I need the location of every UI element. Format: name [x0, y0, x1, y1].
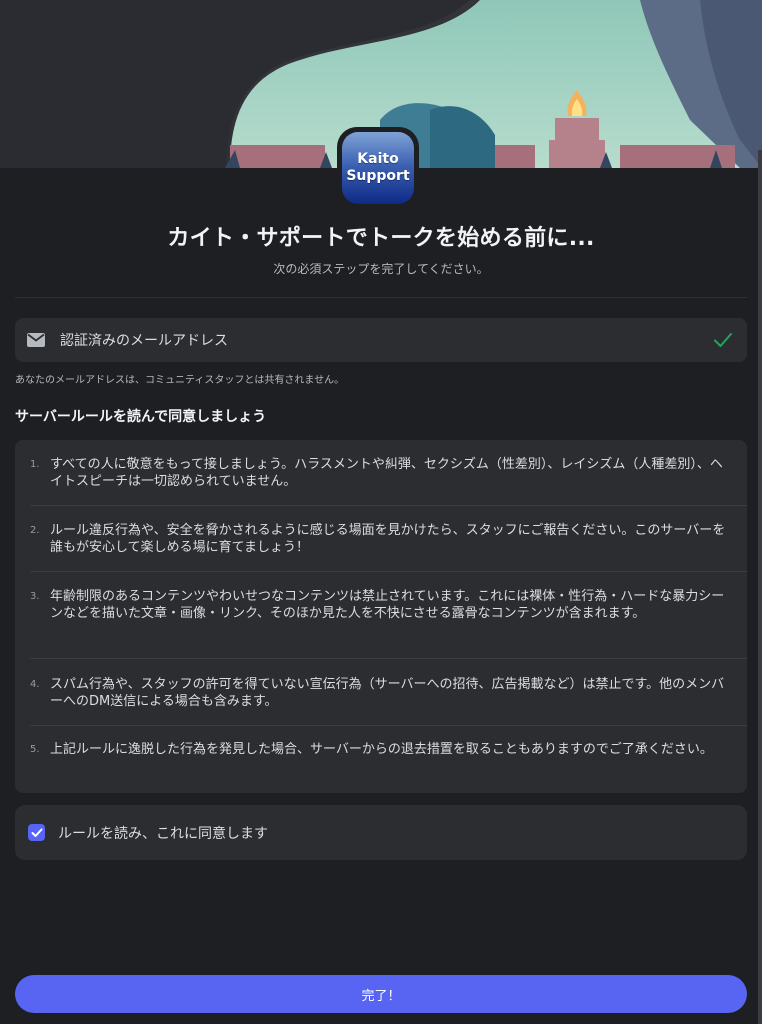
rule-text: 年齢制限のあるコンテンツやわいせつなコンテンツは禁止されています。これには裸体・…: [50, 589, 725, 621]
server-icon: Kaito Support: [337, 127, 419, 209]
rule-item-2: 2. ルール違反行為や、安全を脅かされるように感じる場面を見かけたら、スタッフに…: [15, 522, 747, 556]
rule-number: 1.: [30, 459, 40, 470]
email-privacy-note: あなたのメールアドレスは、コミュニティスタッフとは共有されません。: [15, 375, 345, 386]
rule-text: ルール違反行為や、安全を脅かされるように感じる場面を見かけたら、スタッフにご報告…: [50, 523, 726, 555]
rule-number: 3.: [30, 591, 40, 602]
server-icon-line1: Kaito: [357, 151, 399, 167]
verified-email-step: 認証済みのメールアドレス: [15, 318, 747, 362]
rule-number: 5.: [30, 744, 40, 755]
rule-item-5: 5. 上記ルールに逸脱した行為を発見した場合、サーバーからの退去措置を取ることも…: [15, 741, 747, 758]
verified-email-label: 認証済みのメールアドレス: [60, 333, 228, 349]
rule-item-4: 4. スパム行為や、スタッフの許可を得ていない宣伝行為（サーバーへの招待、広告掲…: [15, 676, 747, 710]
rule-text: すべての人に敬意をもって接しましょう。ハラスメントや糾弾、セクシズム（性差別）、…: [50, 457, 723, 489]
rules-screening-page: Kaito Support カイト・サポートでトークを始める前に... 次の必須…: [0, 0, 762, 1024]
rule-text: スパム行為や、スタッフの許可を得ていない宣伝行為（サーバーへの招待、広告掲載など…: [50, 677, 725, 709]
rules-heading: サーバールールを読んで同意しましょう: [15, 409, 267, 425]
rule-number: 4.: [30, 679, 40, 690]
server-icon-image: Kaito Support: [342, 132, 414, 204]
rules-list: 1. すべての人に敬意をもって接しましょう。ハラスメントや糾弾、セクシズム（性差…: [15, 440, 747, 793]
rule-divider: [30, 658, 747, 659]
agree-label[interactable]: ルールを読み、これに同意します: [58, 823, 268, 843]
mail-icon: [27, 330, 47, 350]
agree-rules-row[interactable]: ルールを読み、これに同意します: [15, 805, 747, 860]
rule-item-1: 1. すべての人に敬意をもって接しましょう。ハラスメントや糾弾、セクシズム（性差…: [15, 456, 747, 490]
check-icon: [713, 329, 735, 351]
rule-text: 上記ルールに逸脱した行為を発見した場合、サーバーからの退去措置を取ることもありま…: [50, 742, 713, 757]
rule-divider: [30, 571, 747, 572]
divider: [15, 297, 747, 298]
page-subtitle: 次の必須ステップを完了してください。: [273, 262, 489, 276]
server-icon-line2: Support: [346, 168, 410, 184]
rule-item-3: 3. 年齢制限のあるコンテンツやわいせつなコンテンツは禁止されています。これには…: [15, 588, 747, 622]
finish-button[interactable]: 完了！: [15, 975, 747, 1013]
rule-divider: [30, 725, 747, 726]
checkmark-icon: [31, 828, 42, 837]
agree-checkbox[interactable]: [28, 824, 45, 841]
scrollbar-track[interactable]: [758, 150, 762, 1024]
rule-divider: [30, 505, 747, 506]
page-title: カイト・サポートでトークを始める前に...: [167, 226, 595, 251]
rule-number: 2.: [30, 525, 40, 536]
